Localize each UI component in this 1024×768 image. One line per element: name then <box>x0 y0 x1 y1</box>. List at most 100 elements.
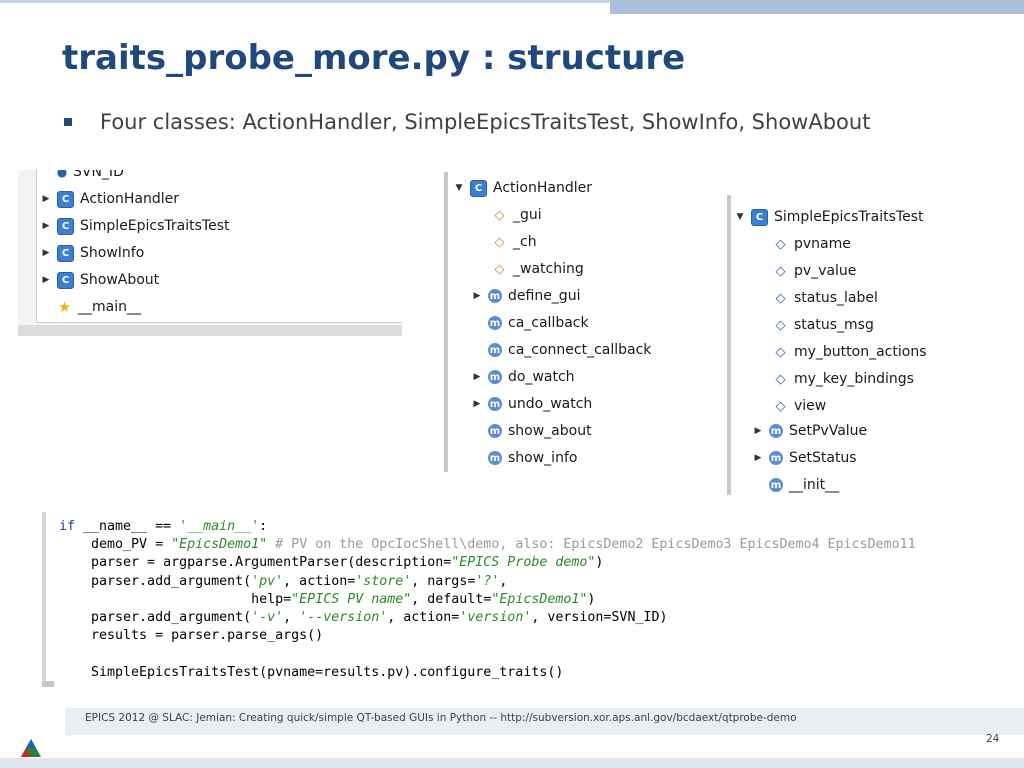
tree-item-my-button-actions[interactable]: ◇ my_button_actions <box>757 341 927 363</box>
field-icon: ◇ <box>775 236 786 252</box>
actionhandler-panel: ▼ C ActionHandler ◇ _gui ◇ _ch ◇ _watchi… <box>444 172 730 472</box>
page-number: 24 <box>986 733 1000 745</box>
tree-item-label: view <box>794 398 827 414</box>
tree-item-watching[interactable]: ◇ _watching <box>476 258 584 280</box>
field-icon: ◇ <box>775 263 786 279</box>
tree-item-label: SimpleEpicsTraitsTest <box>774 209 924 225</box>
expand-triangle-icon[interactable]: ▶ <box>472 291 482 301</box>
tree-item-label: SimpleEpicsTraitsTest <box>80 218 230 234</box>
tree-item-ca-connect-callback[interactable]: m ca_connect_callback <box>472 339 651 361</box>
method-icon: m <box>488 343 502 357</box>
expand-triangle-icon[interactable]: ▶ <box>753 426 763 436</box>
tree-item-label: ShowInfo <box>80 245 145 261</box>
tree-item-label: _ch <box>513 234 537 250</box>
tree-item-setstatus[interactable]: ▶ m SetStatus <box>753 447 857 469</box>
tree-item-label: SetPvValue <box>789 423 868 439</box>
tree-item-label: my_button_actions <box>794 344 927 360</box>
tree-item-label: define_gui <box>508 288 581 304</box>
method-icon: m <box>488 316 502 330</box>
expand-triangle-icon[interactable]: ▶ <box>41 221 51 231</box>
tree-item-label: undo_watch <box>508 396 593 412</box>
field-icon: ◇ <box>775 371 786 387</box>
tree-item-status-label[interactable]: ◇ status_label <box>757 287 878 309</box>
top-accent-line <box>0 0 640 3</box>
tree-item-label: _watching <box>513 261 584 277</box>
tree-item-label: status_label <box>794 290 878 306</box>
tree-item-showinfo[interactable]: ▶ C ShowInfo <box>41 242 144 264</box>
tree-item-label: ca_connect_callback <box>508 342 652 358</box>
collapse-triangle-icon[interactable]: ▼ <box>454 183 464 193</box>
tree-item-showabout[interactable]: ▶ C ShowAbout <box>41 269 159 291</box>
tree-item-init[interactable]: m __init__ <box>753 474 839 495</box>
tree-item-ch[interactable]: ◇ _ch <box>476 231 537 253</box>
tree-item-main[interactable]: ★ __main__ <box>41 296 141 318</box>
class-icon: C <box>470 179 487 197</box>
tree-item-gui[interactable]: ◇ _gui <box>476 204 542 226</box>
top-accent-bar <box>610 0 1024 14</box>
method-icon: m <box>488 397 502 411</box>
tree-item-label: show_about <box>508 423 592 439</box>
tree-item-actionhandler[interactable]: ▶ C ActionHandler <box>41 188 179 210</box>
code-text: if __name__ == '__main__': demo_PV = "Ep… <box>59 519 916 680</box>
tree-item-simpleepicstraitstest[interactable]: ▶ C SimpleEpicsTraitsTest <box>41 215 230 237</box>
collapse-triangle-icon[interactable]: ▼ <box>735 212 745 222</box>
outline-tree: ● SVN_ID ▶ C ActionHandler ▶ C SimpleEpi… <box>36 170 402 323</box>
tree-item-label: pv_value <box>794 263 857 279</box>
private-field-icon: ◇ <box>494 207 505 223</box>
tree-item-label: __init__ <box>789 477 840 493</box>
tree-item-label: my_key_bindings <box>794 371 914 387</box>
expand-triangle-icon[interactable]: ▶ <box>472 399 482 409</box>
private-field-icon: ◇ <box>494 234 505 250</box>
tree-item-label: do_watch <box>508 369 575 385</box>
expand-triangle-icon[interactable]: ▶ <box>41 194 51 204</box>
method-icon: m <box>488 370 502 384</box>
tree-item-do-watch[interactable]: ▶ m do_watch <box>472 366 575 388</box>
tree-item-pvname[interactable]: ◇ pvname <box>757 233 851 255</box>
method-icon: m <box>769 451 783 465</box>
tree-item-label: SVN_ID <box>73 170 124 180</box>
expand-triangle-icon[interactable]: ▶ <box>41 248 51 258</box>
tree-item-view[interactable]: ◇ view <box>757 395 827 417</box>
tree-item-label: ActionHandler <box>80 191 179 207</box>
tree-item-label: __main__ <box>78 299 141 315</box>
tree-item-show-about[interactable]: m show_about <box>472 420 592 442</box>
method-icon: m <box>488 451 502 465</box>
field-icon: ◇ <box>775 344 786 360</box>
tree-item-my-key-bindings[interactable]: ◇ my_key_bindings <box>757 368 914 390</box>
bullet-text: Four classes: ActionHandler, SimpleEpics… <box>100 110 871 134</box>
argonne-logo-icon <box>21 739 41 757</box>
class-icon: C <box>57 271 74 289</box>
class-icon: C <box>57 190 74 208</box>
scrollbar-stub <box>42 681 54 687</box>
simpleepicstraitstest-panel: ▼ C SimpleEpicsTraitsTest ◇ pvname ◇ pv_… <box>727 195 941 495</box>
tree-item-define-gui[interactable]: ▶ m define_gui <box>472 285 581 307</box>
tree-item-simpleepicstraitstest-class[interactable]: ▼ C SimpleEpicsTraitsTest <box>735 206 924 228</box>
tree-item-actionhandler-class[interactable]: ▼ C ActionHandler <box>454 177 592 199</box>
expand-triangle-icon[interactable]: ▶ <box>753 453 763 463</box>
tree-item-label: ShowAbout <box>80 272 160 288</box>
tree-item-label: ca_callback <box>508 315 589 331</box>
class-icon: C <box>751 208 768 226</box>
tree-item-pv-value[interactable]: ◇ pv_value <box>757 260 857 282</box>
outline-panel: ● SVN_ID ▶ C ActionHandler ▶ C SimpleEpi… <box>18 170 402 336</box>
field-icon: ◇ <box>775 317 786 333</box>
tree-item-label: pvname <box>794 236 851 252</box>
expand-triangle-icon[interactable]: ▶ <box>41 275 51 285</box>
tree-item-ca-callback[interactable]: m ca_callback <box>472 312 589 334</box>
tree-item-svn-id[interactable]: ● SVN_ID <box>41 170 124 183</box>
method-icon: m <box>488 289 502 303</box>
tree-item-show-info[interactable]: m show_info <box>472 447 577 469</box>
private-field-icon: ◇ <box>494 261 505 277</box>
method-icon: m <box>769 424 783 438</box>
tree-item-undo-watch[interactable]: ▶ m undo_watch <box>472 393 593 415</box>
horizontal-scrollbar[interactable] <box>18 325 402 336</box>
star-icon: ★ <box>57 298 72 316</box>
tree-item-label: show_info <box>508 450 578 466</box>
footer-bottom-band <box>0 758 1024 768</box>
bullet-marker <box>64 118 72 126</box>
expand-triangle-icon[interactable]: ▶ <box>472 372 482 382</box>
field-icon: ◇ <box>775 398 786 414</box>
tree-item-status-msg[interactable]: ◇ status_msg <box>757 314 874 336</box>
tree-item-setpvvalue[interactable]: ▶ m SetPvValue <box>753 420 868 442</box>
variable-icon: ● <box>56 170 68 179</box>
